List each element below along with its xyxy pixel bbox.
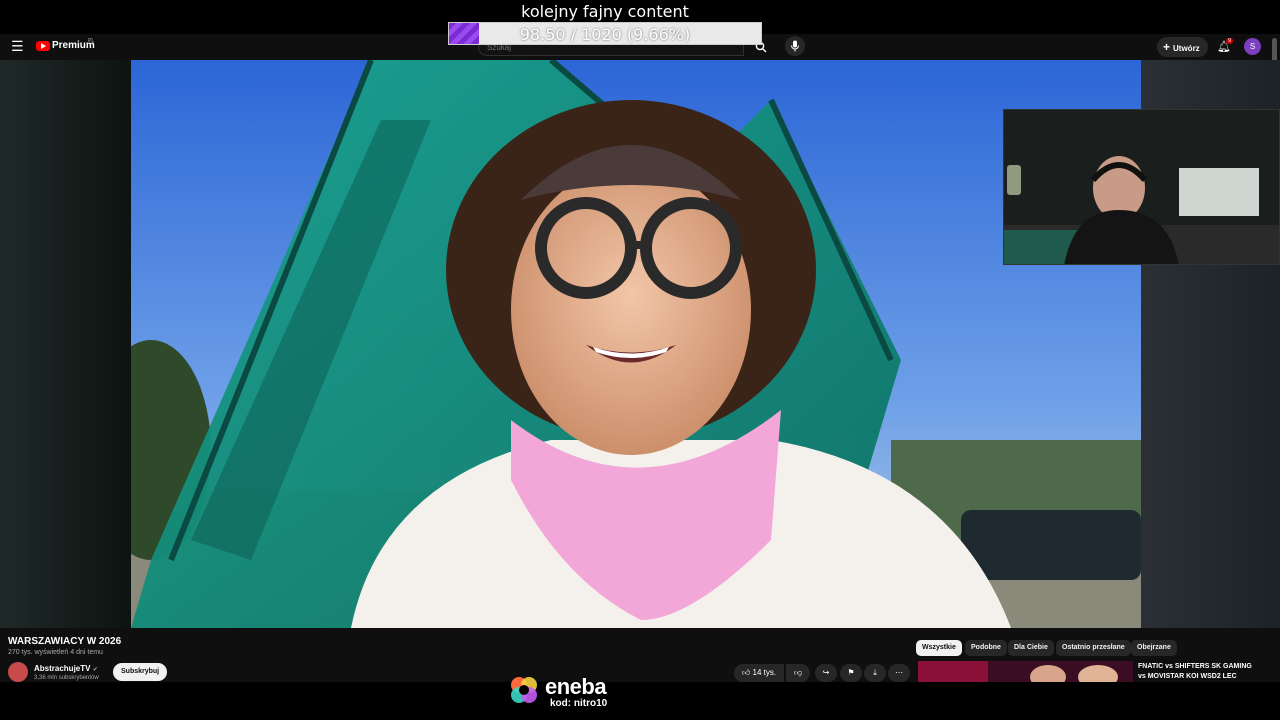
overlay-title: kolejny fajny content xyxy=(521,2,689,21)
rec-title-line2: vs MOVISTAR KOI WSD2 LEC xyxy=(1138,673,1237,680)
plus-icon: + xyxy=(1163,40,1171,54)
logo-region: PL xyxy=(88,38,95,44)
video-frame-image xyxy=(131,60,1141,628)
like-button[interactable]: 👍︎ 14 tys. xyxy=(734,664,784,682)
more-actions-button[interactable]: ⋯ xyxy=(888,664,910,682)
rec-title-line1: FNATIC vs SHIFTERS SK GAMING xyxy=(1138,663,1252,670)
sponsor-code: kod: nitro10 xyxy=(550,698,608,709)
chip-watched[interactable]: Obejrzane xyxy=(1131,640,1177,656)
channel-name-text[interactable]: AbstrachujeTV xyxy=(34,664,90,673)
channel-subscribers: 3,36 mln subskrybentów xyxy=(34,675,99,681)
recommended-video-title[interactable]: FNATIC vs SHIFTERS SK GAMING vs MOVISTAR… xyxy=(1138,662,1274,682)
video-player[interactable] xyxy=(131,60,1141,628)
sponsor-brand: eneba xyxy=(545,674,607,699)
video-info-bar: WARSZAWIACY W 2026 270 tys. wyświetleń 4… xyxy=(0,628,1280,682)
streamer-facecam xyxy=(1003,109,1280,265)
create-label: Utwórz xyxy=(1173,44,1200,53)
save-button[interactable]: ⚑ xyxy=(840,664,862,682)
bookmark-icon: ⚑ xyxy=(847,668,855,677)
dislike-button[interactable]: 👎︎ xyxy=(786,664,810,682)
recommended-video-thumbnail[interactable] xyxy=(918,661,1133,682)
video-title: WARSZAWIACY W 2026 xyxy=(8,636,122,647)
subscribe-button[interactable]: Subskrybuj xyxy=(113,663,168,681)
goal-progress-text: 98.50 / 1020 (9.66%) xyxy=(519,25,691,44)
chip-related[interactable]: Podobne xyxy=(965,640,1007,656)
chip-for-you[interactable]: Dla Ciebie xyxy=(1008,640,1054,656)
chip-recently-uploaded[interactable]: Ostatnio przesłane xyxy=(1056,640,1131,656)
like-count: 14 tys. xyxy=(752,668,777,677)
eneba-logo-icon xyxy=(511,677,537,703)
share-button[interactable]: ↪ xyxy=(815,664,837,682)
sponsor-strip xyxy=(0,682,1280,720)
create-button[interactable]: + Utwórz xyxy=(1157,37,1208,57)
hamburger-menu-icon[interactable]: ☰ xyxy=(11,34,24,58)
video-meta: 270 tys. wyświetleń 4 dni temu xyxy=(8,649,103,656)
youtube-logo-icon[interactable] xyxy=(36,41,50,51)
microphone-icon xyxy=(791,40,799,52)
thumbs-down-icon: 👎︎ xyxy=(793,668,803,677)
more-icon: ⋯ xyxy=(895,668,903,677)
share-icon: ↪ xyxy=(822,668,830,677)
download-button[interactable]: ⤓ xyxy=(864,664,886,682)
thumbs-up-icon: 👍︎ xyxy=(741,668,751,677)
channel-avatar[interactable] xyxy=(8,662,28,682)
notification-badge: 9 xyxy=(1226,38,1233,44)
download-icon: ⤓ xyxy=(873,668,877,677)
channel-name[interactable]: AbstrachujeTV ✔ xyxy=(34,664,98,673)
thumbnail-image xyxy=(918,661,1133,682)
voice-search-button[interactable] xyxy=(785,36,805,56)
chip-all[interactable]: Wszystkie xyxy=(916,640,962,656)
verified-icon: ✔ xyxy=(92,667,98,673)
goal-progress-bar: 98.50 / 1020 (9.66%) xyxy=(448,22,762,45)
facecam-image xyxy=(1004,110,1279,264)
user-avatar[interactable]: S xyxy=(1244,38,1261,55)
